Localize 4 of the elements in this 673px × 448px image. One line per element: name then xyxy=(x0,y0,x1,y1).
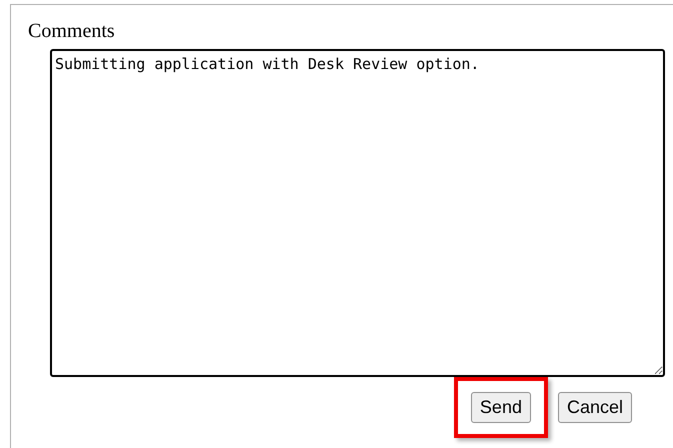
comments-field[interactable]: Submitting application with Desk Review option. xyxy=(50,49,665,377)
send-button[interactable]: Send xyxy=(470,392,531,423)
cancel-button[interactable]: Cancel xyxy=(558,392,632,423)
comments-label: Comments xyxy=(28,19,115,43)
